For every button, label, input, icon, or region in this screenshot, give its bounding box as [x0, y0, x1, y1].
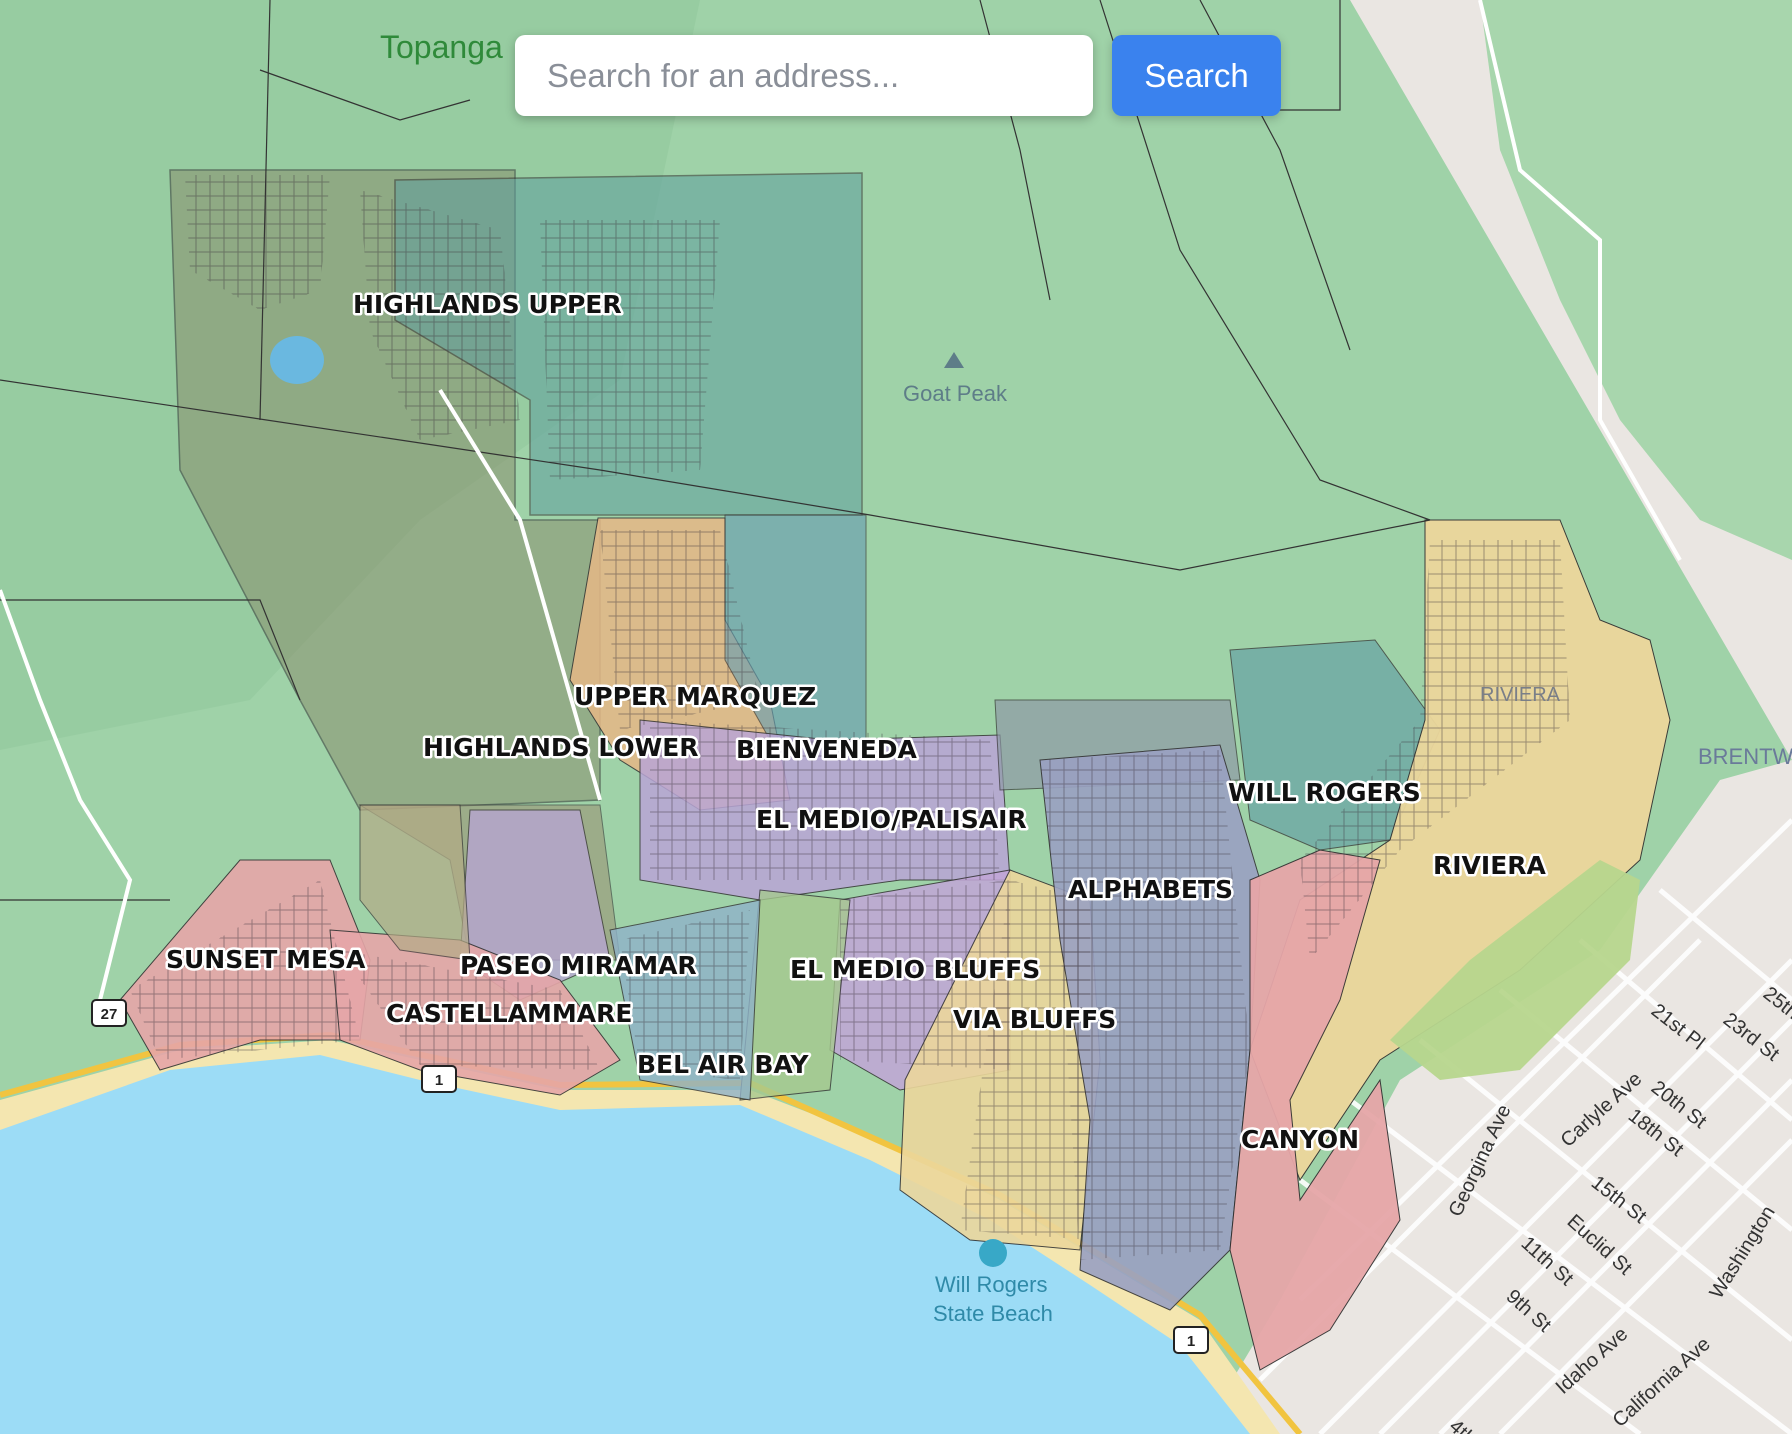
neighborhood-label-via-bluffs: VIA BLUFFS: [953, 1005, 1116, 1034]
neighborhood-label-alphabets: ALPHABETS: [1068, 875, 1233, 904]
svg-text:27: 27: [101, 1006, 118, 1023]
neighborhood-label-castellammare: CASTELLAMMARE: [386, 999, 632, 1028]
neighborhood-label-will-rogers: WILL ROGERS: [1228, 778, 1421, 807]
riviera-small-label: RIVIERA: [1480, 684, 1561, 706]
route-shield-1-east: 1: [1173, 1326, 1209, 1354]
svg-text:1: 1: [435, 1072, 443, 1089]
neighborhood-label-highlands-upper: HIGHLANDS UPPER: [353, 290, 622, 319]
topanga-label: Topanga: [380, 29, 503, 65]
map[interactable]: Topanga Goat Peak Will Rogers State Beac…: [0, 0, 1792, 1434]
svg-text:1: 1: [1187, 1333, 1195, 1350]
neighborhood-label-riviera: RIVIERA: [1433, 851, 1547, 880]
neighborhood-label-el-medio-palisair: EL MEDIO/PALISAIR: [756, 805, 1027, 834]
beach-label-line-2: State Beach: [933, 1301, 1053, 1326]
neighborhood-label-canyon: CANYON: [1241, 1125, 1359, 1154]
beach-icon: [979, 1239, 1007, 1267]
neighborhood-label-el-medio-bluffs: EL MEDIO BLUFFS: [790, 955, 1040, 984]
neighborhood-label-highlands-lower: HIGHLANDS LOWER: [423, 733, 699, 762]
route-shield-1-west: 1: [421, 1065, 457, 1093]
reservoir: [270, 336, 324, 384]
goat-peak-label: Goat Peak: [903, 381, 1008, 406]
neighborhood-label-sunset-mesa: SUNSET MESA: [166, 945, 366, 974]
address-search-input[interactable]: [515, 35, 1093, 116]
neighborhood-label-paseo-miramar: PASEO MIRAMAR: [460, 951, 697, 980]
neighborhood-label-bel-air-bay: BEL AIR BAY: [637, 1050, 809, 1079]
route-shield-27: 27: [91, 999, 127, 1027]
brentwood-label: BRENTW: [1698, 744, 1792, 769]
beach-label-line-1: Will Rogers: [935, 1272, 1047, 1297]
search-button[interactable]: Search: [1112, 35, 1281, 116]
neighborhood-label-upper-marquez: UPPER MARQUEZ: [574, 682, 816, 711]
neighborhood-label-bienveneda: BIENVENEDA: [736, 735, 918, 764]
